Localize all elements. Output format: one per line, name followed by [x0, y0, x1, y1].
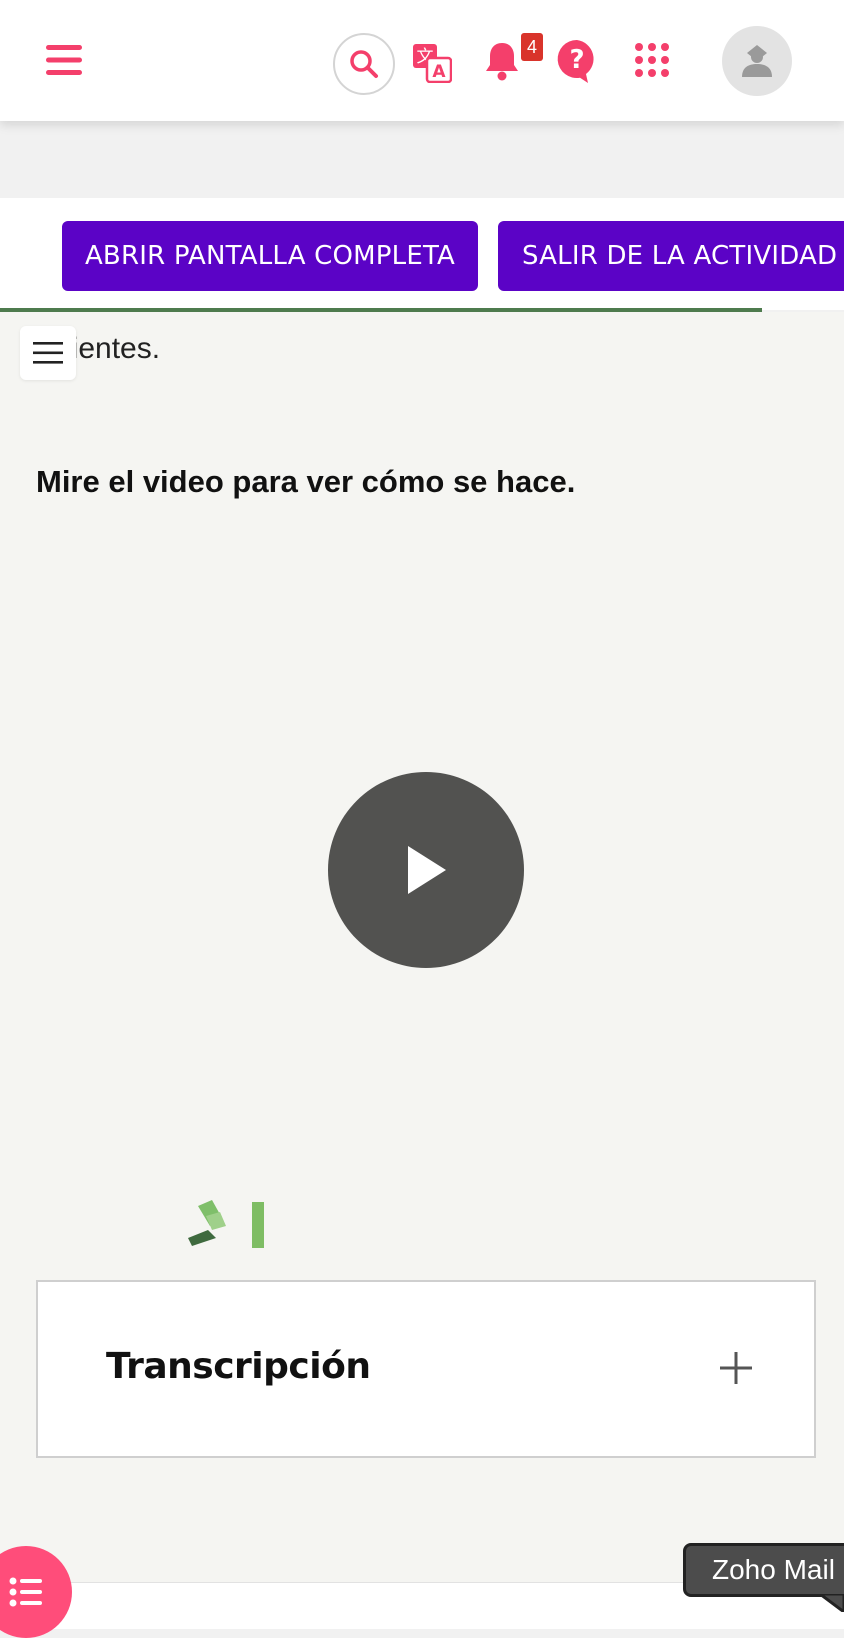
transcript-title: Transcripción [106, 1346, 371, 1387]
translate-icon[interactable]: 文 A [409, 40, 455, 86]
svg-text:?: ? [569, 45, 584, 75]
menu-icon [33, 342, 63, 364]
exit-activity-button[interactable]: SALIR DE LA ACTIVIDAD [498, 221, 844, 291]
video-instruction: Mire el video para ver cómo se hace. [36, 464, 576, 499]
search-button[interactable] [333, 33, 395, 95]
video-thumbnail-graphic [188, 1200, 264, 1248]
help-icon[interactable]: ? [554, 36, 600, 86]
apps-grid-icon[interactable] [632, 40, 672, 80]
play-icon [408, 846, 446, 894]
bell-icon[interactable] [480, 38, 524, 84]
svg-text:A: A [432, 62, 446, 82]
plus-icon[interactable] [718, 1350, 754, 1386]
toc-toggle-button[interactable] [20, 326, 76, 380]
activity-toolbar: ABRIR PANTALLA COMPLETA SALIR DE LA ACTI… [0, 198, 844, 310]
menu-icon[interactable] [44, 40, 84, 80]
transcript-accordion[interactable]: Transcripción [36, 1280, 816, 1458]
top-navbar: 文 A 4 ? [0, 0, 844, 121]
play-button[interactable] [328, 772, 524, 968]
zoho-mail-tooltip[interactable]: Zoho Mail [683, 1543, 844, 1597]
list-icon [9, 1577, 42, 1607]
activity-content: clientes. Mire el video para ver cómo se… [0, 312, 844, 1602]
tooltip-tail [820, 1594, 844, 1612]
fullscreen-button[interactable]: ABRIR PANTALLA COMPLETA [62, 221, 478, 291]
search-icon [350, 50, 378, 78]
notification-badge: 4 [521, 33, 543, 61]
avatar[interactable] [722, 26, 792, 96]
avatar-icon [742, 45, 772, 77]
